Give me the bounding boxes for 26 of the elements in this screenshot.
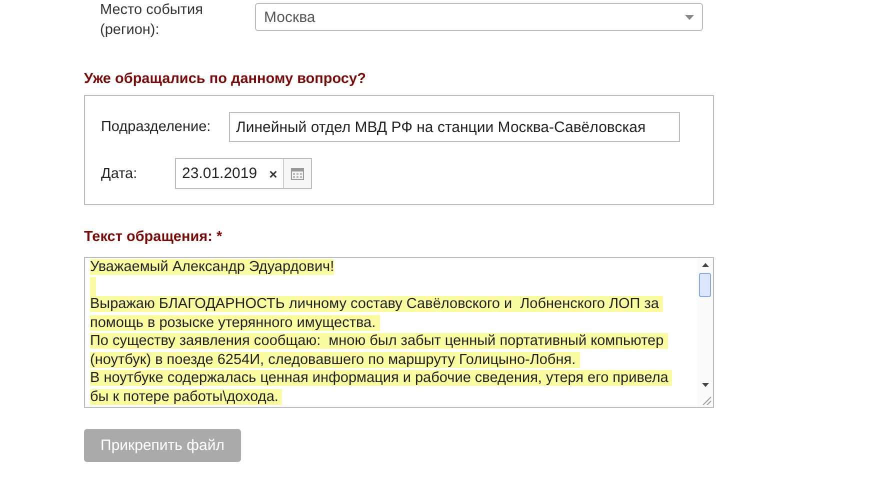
caret-icon — [685, 14, 694, 20]
highlighted-text: бы к потере работы\дохода. — [90, 388, 282, 404]
highlighted-text: (ноутбук) в поезде 6254И, следовавшего по маршруту Голицыно-Лобня. — [90, 352, 580, 368]
resize-grip-icon[interactable] — [702, 396, 711, 405]
scrollbar[interactable] — [697, 258, 713, 407]
message-textarea[interactable] — [84, 257, 714, 408]
department-field[interactable]: Линейный отдел МВД РФ на станции Москва-Савёловская — [229, 112, 680, 142]
scroll-down-icon — [702, 383, 708, 387]
date-field[interactable]: 23.01.2019 × — [175, 158, 312, 189]
highlighted-text: По существу заявления сообщаю: мною был забыт ценный портативный компьютер — [90, 333, 668, 349]
field-label: Подразделение: — [101, 119, 212, 135]
scroll-up-icon — [702, 263, 708, 267]
calendar-icon — [291, 167, 304, 180]
clear-button[interactable]: × — [263, 166, 284, 182]
highlighted-text: помощь в розыске утерянного имущества. — [90, 314, 380, 330]
region-select[interactable]: Москва — [255, 3, 703, 31]
highlighted-text: В ноутбуке содержалась ценная информация и рабочие сведения, утеря его привела — [90, 370, 672, 386]
highlighted-text: Уважаемый Александр Эдуардович! — [90, 259, 334, 275]
section-heading: Уже обращались по данному вопросу? — [84, 71, 367, 87]
calendar-button[interactable] — [283, 159, 312, 188]
field-label: Дата: — [101, 166, 138, 182]
scroll-thumb[interactable] — [699, 273, 711, 297]
section-heading: Текст обращения: * — [84, 229, 224, 245]
highlighted-text: Выражаю БЛАГОДАРНОСТЬ личному составу Савёловского и Лобненского ЛОП за — [90, 296, 663, 312]
field-label: Место события (регион): — [100, 1, 204, 40]
highlight-mark — [90, 276, 96, 296]
